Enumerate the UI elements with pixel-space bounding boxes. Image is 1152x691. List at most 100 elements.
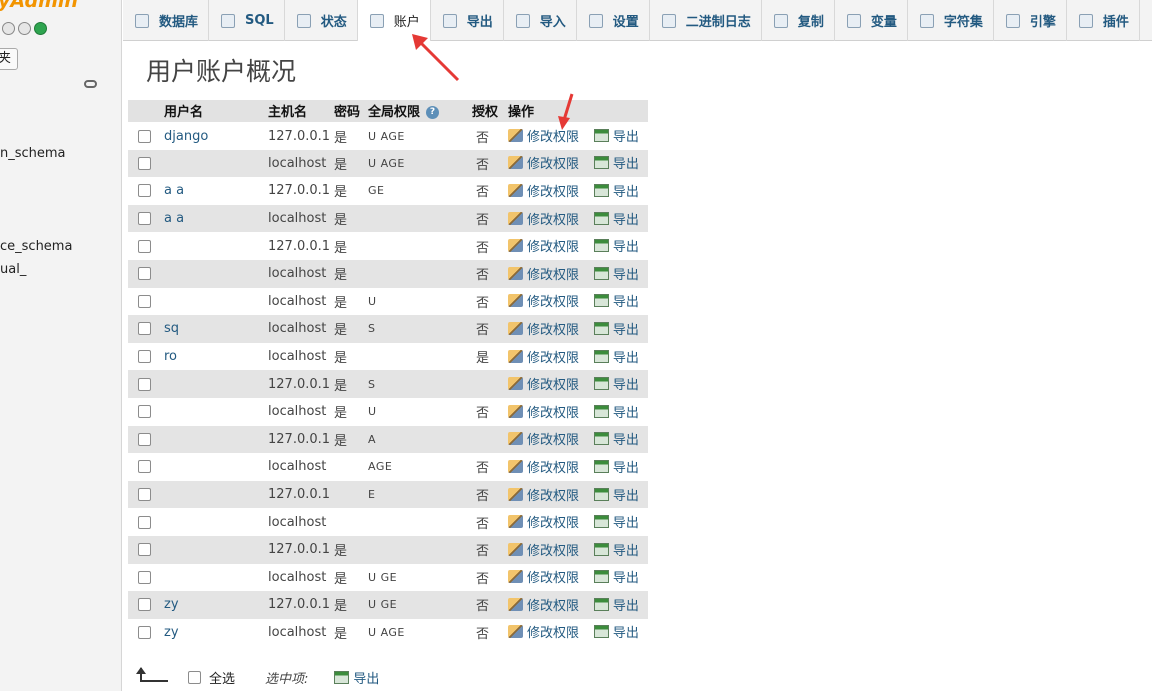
tab-plugin[interactable]: 插件: [1067, 0, 1140, 41]
export-link[interactable]: 导出: [593, 126, 639, 145]
tab-export[interactable]: 导出: [431, 0, 504, 41]
row-checkbox[interactable]: [138, 570, 151, 584]
tab-sql[interactable]: SQL: [209, 0, 285, 41]
export-link[interactable]: 导出: [593, 291, 639, 310]
edit-privileges-link[interactable]: 修改权限: [508, 457, 579, 476]
cell-user[interactable]: [162, 453, 266, 481]
edit-privileges-link[interactable]: 修改权限: [508, 153, 579, 172]
link-icon[interactable]: [84, 80, 97, 88]
cell-user[interactable]: zy: [162, 618, 266, 647]
export-link[interactable]: 导出: [593, 209, 639, 228]
edit-privileges-link[interactable]: 修改权限: [508, 347, 579, 366]
export-link[interactable]: 导出: [593, 153, 639, 172]
tab-database[interactable]: 数据库: [123, 0, 210, 41]
edit-privileges-link[interactable]: 修改权限: [508, 429, 579, 448]
row-checkbox[interactable]: [138, 267, 151, 281]
cell-user[interactable]: [162, 563, 266, 592]
tab-settings[interactable]: 设置: [577, 0, 650, 41]
sidebar-db-item[interactable]: ual_: [0, 262, 26, 277]
tab-status[interactable]: 状态: [285, 0, 358, 41]
cell-user[interactable]: [162, 232, 266, 260]
edit-privileges-link[interactable]: 修改权限: [508, 291, 579, 310]
export-link[interactable]: 导出: [593, 429, 639, 448]
row-checkbox[interactable]: [138, 543, 151, 557]
row-checkbox[interactable]: [138, 432, 151, 446]
tab-replication[interactable]: 复制: [762, 0, 835, 41]
cell-user[interactable]: [162, 425, 266, 454]
favorites-button[interactable]: 夹: [0, 48, 18, 70]
row-checkbox[interactable]: [138, 294, 151, 308]
export-link[interactable]: 导出: [593, 485, 639, 504]
row-checkbox[interactable]: [138, 322, 151, 336]
row-checkbox[interactable]: [138, 212, 151, 226]
select-all-label[interactable]: 全选: [209, 668, 235, 687]
sidebar-db-item[interactable]: n_schema: [0, 146, 66, 161]
row-checkbox[interactable]: [138, 129, 151, 143]
export-link[interactable]: 导出: [593, 512, 639, 531]
edit-privileges-link[interactable]: 修改权限: [508, 181, 579, 200]
export-link[interactable]: 导出: [593, 595, 639, 614]
tab-charset[interactable]: 字符集: [908, 0, 994, 41]
export-link[interactable]: 导出: [593, 181, 639, 200]
tab-variables[interactable]: 变量: [835, 0, 908, 41]
export-link[interactable]: 导出: [593, 347, 639, 366]
tab-binlog[interactable]: 二进制日志: [650, 0, 762, 41]
edit-privileges-link[interactable]: 修改权限: [508, 236, 579, 255]
cell-user[interactable]: [162, 508, 266, 536]
row-checkbox[interactable]: [138, 156, 151, 170]
cell-user[interactable]: [162, 480, 266, 509]
cell-user[interactable]: sq: [162, 315, 266, 343]
edit-privileges-link[interactable]: 修改权限: [508, 512, 579, 531]
reload-icon[interactable]: [34, 22, 47, 35]
export-link[interactable]: 导出: [593, 374, 639, 393]
cell-user[interactable]: [162, 370, 266, 398]
row-checkbox[interactable]: [138, 488, 151, 502]
edit-privileges-link[interactable]: 修改权限: [508, 126, 579, 145]
cell-user[interactable]: [162, 149, 266, 178]
cell-user[interactable]: zy: [162, 591, 266, 619]
edit-privileges-link[interactable]: 修改权限: [508, 319, 579, 338]
export-link[interactable]: 导出: [593, 264, 639, 283]
edit-privileges-link[interactable]: 修改权限: [508, 595, 579, 614]
edit-privileges-link[interactable]: 修改权限: [508, 540, 579, 559]
edit-privileges-link[interactable]: 修改权限: [508, 622, 579, 641]
row-checkbox[interactable]: [138, 377, 151, 391]
tab-engine[interactable]: 引擎: [994, 0, 1067, 41]
edit-privileges-link[interactable]: 修改权限: [508, 485, 579, 504]
edit-privileges-link[interactable]: 修改权限: [508, 567, 579, 586]
edit-privileges-link[interactable]: 修改权限: [508, 402, 579, 421]
row-checkbox[interactable]: [138, 515, 151, 529]
gear-icon[interactable]: [18, 22, 31, 35]
export-link[interactable]: 导出: [593, 319, 639, 338]
export-link[interactable]: 导出: [593, 622, 639, 641]
row-checkbox[interactable]: [138, 460, 151, 474]
tab-import[interactable]: 导入: [504, 0, 577, 41]
help-icon[interactable]: ?: [426, 106, 440, 120]
cell-user[interactable]: django: [162, 122, 266, 150]
cell-user[interactable]: [162, 259, 266, 288]
select-all-checkbox[interactable]: [188, 670, 201, 684]
row-checkbox[interactable]: [138, 598, 151, 612]
export-selected-button[interactable]: 导出: [334, 668, 379, 687]
export-link[interactable]: 导出: [593, 402, 639, 421]
home-icon[interactable]: [2, 22, 15, 35]
export-link[interactable]: 导出: [593, 540, 639, 559]
cell-user[interactable]: a a: [162, 204, 266, 233]
row-checkbox[interactable]: [138, 350, 151, 364]
export-link[interactable]: 导出: [593, 236, 639, 255]
cell-user[interactable]: [162, 397, 266, 426]
cell-user[interactable]: a a: [162, 177, 266, 205]
row-checkbox[interactable]: [138, 184, 151, 198]
row-checkbox[interactable]: [138, 405, 151, 419]
export-link[interactable]: 导出: [593, 457, 639, 476]
row-checkbox[interactable]: [138, 625, 151, 639]
edit-privileges-link[interactable]: 修改权限: [508, 209, 579, 228]
edit-privileges-link[interactable]: 修改权限: [508, 264, 579, 283]
sidebar-db-item[interactable]: ce_schema: [0, 239, 72, 254]
cell-user[interactable]: ro: [162, 342, 266, 371]
tab-accounts[interactable]: 账户: [357, 0, 431, 41]
export-link[interactable]: 导出: [593, 567, 639, 586]
cell-user[interactable]: [162, 535, 266, 564]
row-checkbox[interactable]: [138, 239, 151, 253]
cell-user[interactable]: [162, 287, 266, 316]
